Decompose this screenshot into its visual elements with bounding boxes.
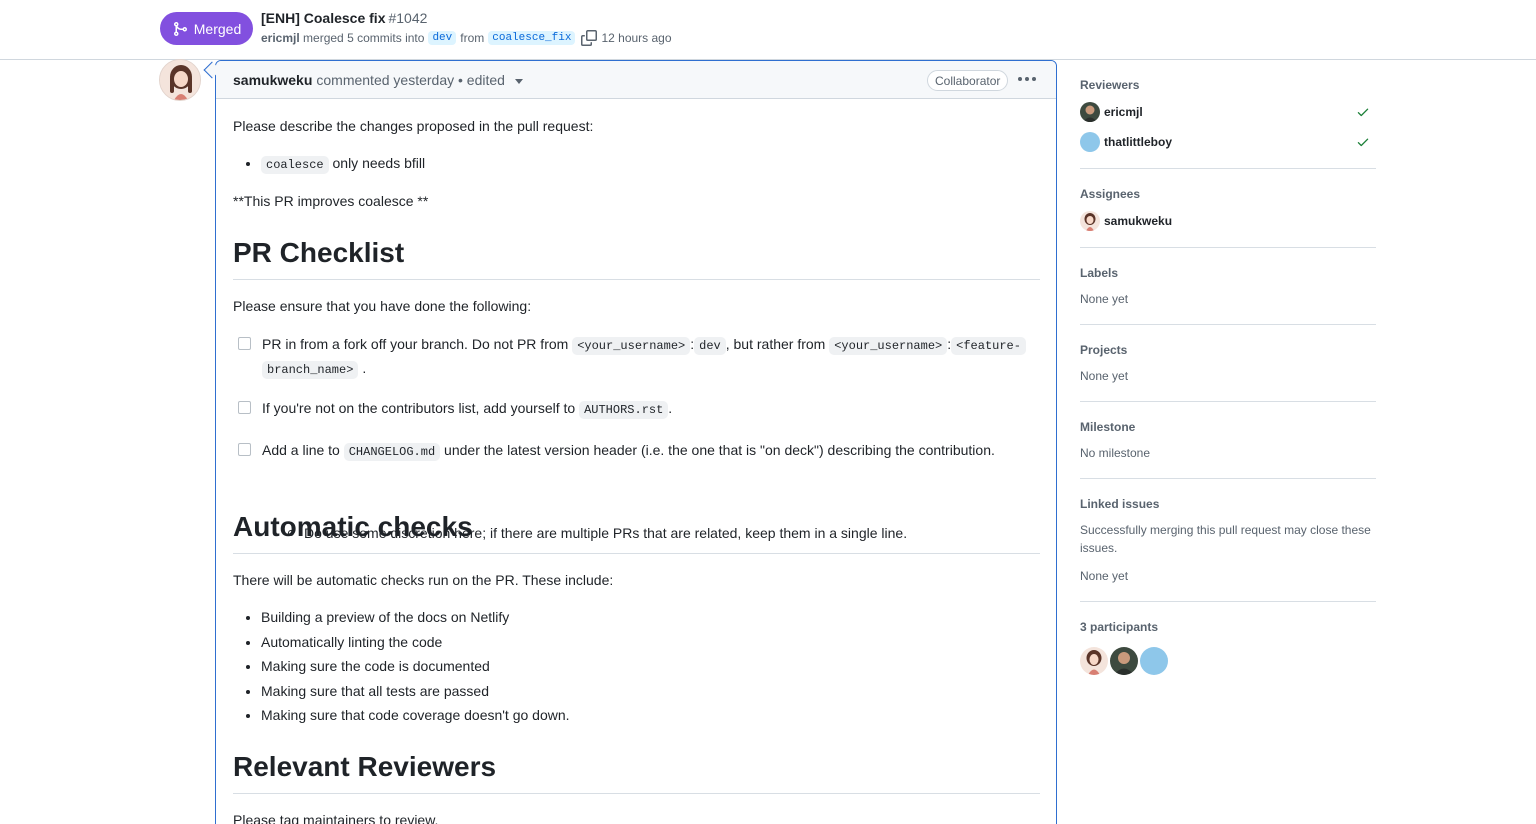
labels-title[interactable]: Labels	[1080, 266, 1118, 280]
merger-link[interactable]: ericmjl	[261, 31, 300, 45]
heading-pr-checklist: PR Checklist	[233, 236, 1040, 280]
head-branch[interactable]: coalesce_fix	[488, 31, 576, 45]
avatar	[1080, 102, 1100, 122]
comment-header: samukweku commented yesterday • edited C…	[216, 61, 1056, 99]
projects-value: None yet	[1080, 369, 1129, 383]
pr-title-text: [ENH] Coalesce fix	[261, 10, 386, 26]
assignee-name: samukweku	[1104, 214, 1173, 228]
task-text: Add a line to CHANGELOG.md under the lat…	[262, 439, 995, 463]
inline-code: <your_username>	[829, 337, 948, 355]
inline-code: <feature-	[951, 337, 1026, 355]
inline-code: CHANGELOG.md	[343, 443, 441, 461]
task-text: PR in from a fork off your branch. Do no…	[262, 333, 1026, 381]
list-item: Making sure that all tests are passed	[261, 681, 570, 701]
reviewers-section: Reviewers ericmjl thatlittleboy	[1080, 60, 1376, 169]
edited-dropdown[interactable]: • edited	[458, 72, 505, 88]
check-icon	[1356, 135, 1370, 149]
projects-section: Projects None yet	[1080, 325, 1376, 402]
reviewers-title[interactable]: Reviewers	[1080, 78, 1139, 92]
task-text-part: .	[362, 360, 367, 376]
linked-issues-section: Linked issues Successfully merging this …	[1080, 479, 1376, 602]
participant-avatar[interactable]	[1110, 647, 1138, 675]
reviewers-intro: Please tag maintainers to review.	[233, 812, 439, 824]
task-text-part: If you're not on the contributors list, …	[262, 400, 576, 416]
task-text-part: PR in from a fork off your branch. Do no…	[262, 336, 569, 352]
inline-code: coalesce	[261, 156, 329, 174]
reviewer-name: ericmjl	[1104, 105, 1143, 119]
reviewer-name: thatlittleboy	[1104, 135, 1172, 149]
comment-meta: samukweku commented yesterday • edited	[233, 72, 523, 88]
improves-text: **This PR improves coalesce **	[233, 193, 429, 209]
participants-title: 3 participants	[1080, 620, 1159, 634]
labels-value: None yet	[1080, 292, 1129, 306]
participant-avatar[interactable]	[1080, 647, 1108, 675]
task-item: PR in from a fork off your branch. Do no…	[238, 333, 1028, 381]
milestone-title[interactable]: Milestone	[1080, 420, 1135, 434]
kebab-menu-icon[interactable]	[1018, 71, 1036, 87]
state-label: Merged	[193, 20, 242, 37]
merged-state-badge: Merged	[160, 12, 253, 45]
change-list: coalesce only needs bfill	[261, 153, 425, 180]
comment-action[interactable]: commented yesterday	[316, 72, 454, 88]
task-checkbox[interactable]	[238, 443, 251, 456]
list-item: Building a preview of the docs on Netlif…	[261, 607, 570, 627]
checks-list: Building a preview of the docs on Netlif…	[261, 607, 570, 730]
projects-title[interactable]: Projects	[1080, 343, 1127, 357]
ensure-text: Please ensure that you have done the fol…	[233, 298, 532, 314]
avatar	[1080, 132, 1100, 152]
task-text-part: , but rather from	[725, 336, 826, 352]
merged-text: merged 5 commits into	[303, 31, 425, 45]
collaborator-badge: Collaborator	[927, 70, 1009, 91]
task-item: If you're not on the contributors list, …	[238, 397, 1028, 421]
heading-relevant-reviewers: Relevant Reviewers	[233, 750, 1040, 794]
task-text-part: Add a line to	[262, 442, 340, 458]
list-item: Making sure that code coverage doesn't g…	[261, 705, 570, 725]
participants-list	[1080, 647, 1168, 675]
task-text-part: .	[668, 400, 673, 416]
pr-title: [ENH] Coalesce fix #1042	[261, 10, 427, 26]
time-ago: 12 hours ago	[601, 31, 672, 45]
assignees-section: Assignees samukweku	[1080, 169, 1376, 248]
task-text: If you're not on the contributors list, …	[262, 397, 672, 421]
comment-author[interactable]: samukweku	[233, 72, 312, 88]
assignees-title[interactable]: Assignees	[1080, 187, 1140, 201]
assignee-row[interactable]: samukweku	[1080, 211, 1376, 231]
reviewer-row[interactable]: thatlittleboy	[1080, 132, 1376, 152]
pr-meta: ericmjl merged 5 commits into dev from c…	[261, 30, 672, 46]
inline-code: AUTHORS.rst	[579, 401, 669, 419]
list-item: Making sure the code is documented	[261, 656, 570, 676]
list-item: Automatically linting the code	[261, 632, 570, 652]
list-item: coalesce only needs bfill	[261, 153, 425, 175]
milestone-value: No milestone	[1080, 446, 1151, 460]
task-text-part: under the latest version header (i.e. th…	[444, 442, 995, 458]
pr-number: #1042	[388, 10, 428, 26]
participant-avatar[interactable]	[1140, 647, 1168, 675]
inline-code: branch_name>	[262, 361, 359, 379]
from-text: from	[460, 31, 485, 45]
check-icon	[1356, 105, 1370, 119]
task-checkbox[interactable]	[238, 401, 251, 414]
milestone-section: Milestone No milestone	[1080, 402, 1376, 479]
task-item: Add a line to CHANGELOG.md under the lat…	[238, 439, 1028, 463]
labels-section: Labels None yet	[1080, 248, 1376, 325]
avatar	[1080, 211, 1100, 231]
pr-header: Merged [ENH] Coalesce fix #1042 ericmjl m…	[0, 0, 1536, 60]
linked-issues-title[interactable]: Linked issues	[1080, 497, 1159, 511]
copy-icon[interactable]	[581, 30, 598, 46]
task-checkbox[interactable]	[238, 337, 251, 350]
inline-code: dev	[694, 337, 726, 355]
checks-intro: There will be automatic checks run on th…	[233, 572, 614, 588]
git-merge-icon	[173, 21, 187, 36]
inline-code: <your_username>	[572, 337, 691, 355]
list-item-text: only needs bfill	[332, 155, 426, 171]
commenter-avatar[interactable]	[159, 59, 201, 101]
intro-text: Please describe the changes proposed in …	[233, 118, 594, 134]
linked-issues-value: None yet	[1080, 569, 1129, 583]
base-branch[interactable]: dev	[428, 31, 457, 45]
heading-automatic-checks: Automatic checks	[233, 510, 1040, 554]
linked-issues-description: Successfully merging this pull request m…	[1080, 523, 1371, 555]
chevron-down-icon[interactable]	[514, 78, 523, 84]
comment-box: samukweku commented yesterday • edited C…	[215, 60, 1057, 824]
reviewer-row[interactable]: ericmjl	[1080, 102, 1376, 122]
